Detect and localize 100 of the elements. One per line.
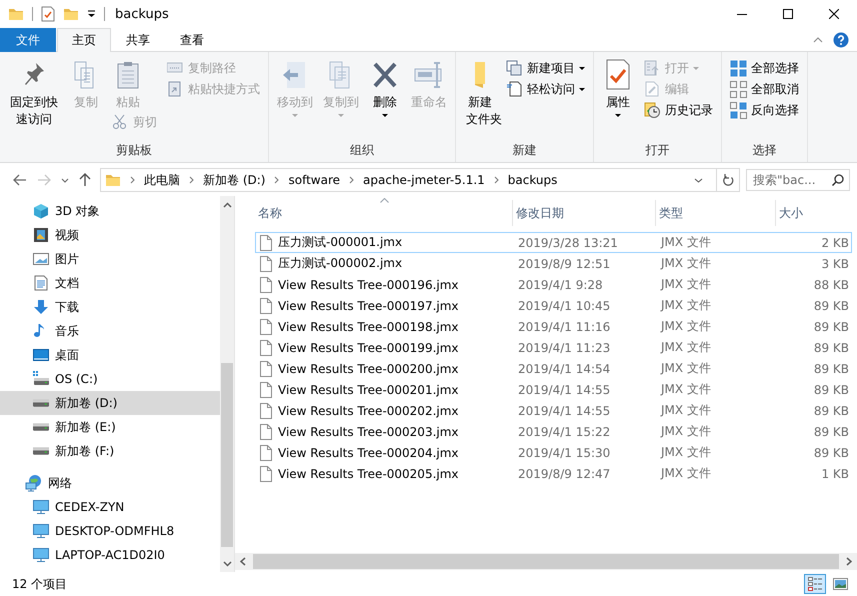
- ribbon-button[interactable]: 固定到快速访问: [5, 58, 63, 129]
- column-header[interactable]: 修改日期: [513, 200, 656, 226]
- arrow-up-icon: [79, 173, 91, 187]
- cube-icon: [33, 203, 49, 219]
- group-label: 剪贴板: [115, 142, 153, 158]
- film-icon: [33, 227, 49, 243]
- file-name: View Results Tree-000201.jmx: [278, 382, 459, 396]
- file-icon: [260, 256, 272, 272]
- file-name: View Results Tree-000199.jmx: [278, 340, 459, 354]
- chevron-right-icon: [492, 176, 500, 184]
- file-row[interactable]: View Results Tree-000196.jmx 2019/4/1 9:28 JMX 文件 88 KB: [255, 274, 852, 295]
- group-label: 选择: [752, 142, 778, 158]
- file-row[interactable]: View Results Tree-000205.jmx 2019/8/9 12:47 JMX 文件 1 KB: [255, 463, 852, 484]
- file-row[interactable]: 压力测试-000001.jmx 2019/3/28 13:21 JMX 文件 2 KB: [255, 232, 852, 253]
- edit-icon: [644, 81, 661, 98]
- vertical-scrollbar[interactable]: [220, 196, 235, 572]
- maximize-icon: [783, 9, 793, 19]
- ribbon-button[interactable]: 新建文件夹: [461, 58, 499, 129]
- nav-item[interactable]: 图片: [0, 247, 220, 271]
- breadcrumb[interactable]: 新加卷 (D:): [203, 172, 266, 188]
- ribbon-tab[interactable]: 共享: [111, 28, 165, 52]
- file-name: View Results Tree-000202.jmx: [278, 404, 459, 418]
- file-icon: [260, 234, 272, 250]
- file-size: 89 KB: [812, 382, 850, 396]
- file-row[interactable]: View Results Tree-000198.jmx 2019/4/1 11:16 JMX 文件 89 KB: [255, 316, 852, 337]
- item-count: 12 个项目: [12, 576, 68, 592]
- address-bar[interactable]: 此电脑 新加卷 (D:) software apache-jmeter-5.1.1 backups: [100, 168, 740, 192]
- nav-item[interactable]: 音乐: [0, 319, 220, 343]
- breadcrumb[interactable]: apache-jmeter-5.1.1: [363, 173, 485, 187]
- document-icon: [33, 275, 49, 291]
- nav-item[interactable]: LAPTOP-AC1D02I0: [0, 543, 220, 567]
- nav-item[interactable]: 3D 对象: [0, 199, 220, 223]
- modified-date: 2019/4/1 11:16: [517, 320, 612, 334]
- column-header[interactable]: 类型: [656, 200, 776, 226]
- arrow-right-icon: [37, 174, 51, 186]
- nav-item[interactable]: 新加卷 (F:): [0, 439, 220, 463]
- file-type: JMX 文件: [659, 381, 712, 398]
- select-none-icon: [730, 81, 747, 98]
- nav-item[interactable]: OS (C:): [0, 367, 220, 391]
- folder-icon: [474, 61, 486, 89]
- file-size: 3 KB: [820, 256, 850, 270]
- nav-item[interactable]: 新加卷 (E:): [0, 415, 220, 439]
- nav-item[interactable]: 视频: [0, 223, 220, 247]
- nav-item[interactable]: 新加卷 (D:): [0, 391, 220, 415]
- details-view-button[interactable]: [804, 574, 826, 594]
- ribbon-tab[interactable]: 主页: [57, 28, 111, 52]
- help-button[interactable]: [833, 32, 849, 48]
- file-icon: [260, 276, 272, 292]
- column-header[interactable]: 名称: [255, 200, 513, 226]
- collapse-ribbon-button[interactable]: [813, 36, 823, 42]
- file-row[interactable]: 压力测试-000002.jmx 2019/8/9 12:51 JMX 文件 3 KB: [255, 253, 852, 274]
- search-field[interactable]: 搜索"bac...: [746, 169, 850, 191]
- ribbon-button[interactable]: 轻松访问: [503, 79, 588, 100]
- breadcrumb[interactable]: software: [288, 173, 340, 187]
- file-row[interactable]: View Results Tree-000203.jmx 2019/4/1 15:22 JMX 文件 89 KB: [255, 421, 852, 442]
- file-row[interactable]: View Results Tree-000204.jmx 2019/4/1 15:30 JMX 文件 89 KB: [255, 442, 852, 463]
- ribbon-button[interactable]: 属性: [599, 58, 637, 118]
- file-icon: [260, 298, 272, 314]
- ribbon-button[interactable]: 全部取消: [727, 79, 802, 100]
- file-size: 2 KB: [820, 236, 850, 250]
- file-type: JMX 文件: [659, 297, 712, 314]
- file-type: JMX 文件: [659, 276, 712, 293]
- column-header[interactable]: 大小: [776, 200, 851, 226]
- file-row[interactable]: View Results Tree-000199.jmx 2019/4/1 11:23 JMX 文件 89 KB: [255, 337, 852, 358]
- file-name: View Results Tree-000204.jmx: [278, 446, 459, 460]
- drive-icon: [33, 399, 49, 407]
- invert-selection-icon: [730, 102, 747, 119]
- ribbon-button[interactable]: 全部选择: [727, 58, 802, 79]
- modified-date: 2019/4/1 9:28: [517, 278, 604, 292]
- nav-item[interactable]: DESKTOP-ODMFHL8: [0, 519, 220, 543]
- file-size: 89 KB: [812, 404, 850, 418]
- ribbon-button[interactable]: 反向选择: [727, 100, 802, 121]
- file-row[interactable]: View Results Tree-000200.jmx 2019/4/1 14:54 JMX 文件 89 KB: [255, 358, 852, 379]
- file-type: JMX 文件: [659, 339, 712, 356]
- horizontal-scrollbar[interactable]: [235, 553, 857, 570]
- modified-date: 2019/4/1 15:22: [517, 424, 612, 438]
- nav-item[interactable]: 桌面: [0, 343, 220, 367]
- file-size: 89 KB: [812, 340, 850, 354]
- breadcrumb[interactable]: backups: [508, 173, 558, 187]
- help-icon: [833, 32, 849, 48]
- nav-item[interactable]: 文档: [0, 271, 220, 295]
- ribbon-button[interactable]: 新建项目: [503, 58, 588, 79]
- file-row[interactable]: View Results Tree-000201.jmx 2019/4/1 14:55 JMX 文件 89 KB: [255, 379, 852, 400]
- ribbon-tab[interactable]: 文件: [0, 28, 56, 52]
- nav-item[interactable]: 网络: [0, 471, 220, 495]
- file-type: JMX 文件: [659, 402, 712, 419]
- ribbon-button[interactable]: 删除: [366, 58, 404, 118]
- nav-item[interactable]: 下载: [0, 295, 220, 319]
- ribbon-tab[interactable]: 查看: [165, 28, 219, 52]
- nav-item[interactable]: CEDEX-ZYN: [0, 495, 220, 519]
- history-icon: [644, 102, 661, 119]
- group-label: 新建: [512, 142, 538, 158]
- file-row[interactable]: View Results Tree-000197.jmx 2019/4/1 10:45 JMX 文件 89 KB: [255, 295, 852, 316]
- desktop-icon: [33, 347, 49, 363]
- chevron-right-icon: [846, 557, 852, 566]
- ribbon-button[interactable]: 历史记录: [641, 100, 716, 121]
- file-row[interactable]: View Results Tree-000202.jmx 2019/4/1 14:55 JMX 文件 89 KB: [255, 400, 852, 421]
- download-icon: [33, 299, 49, 315]
- breadcrumb[interactable]: 此电脑: [144, 172, 180, 188]
- modified-date: 2019/8/9 12:47: [517, 466, 612, 480]
